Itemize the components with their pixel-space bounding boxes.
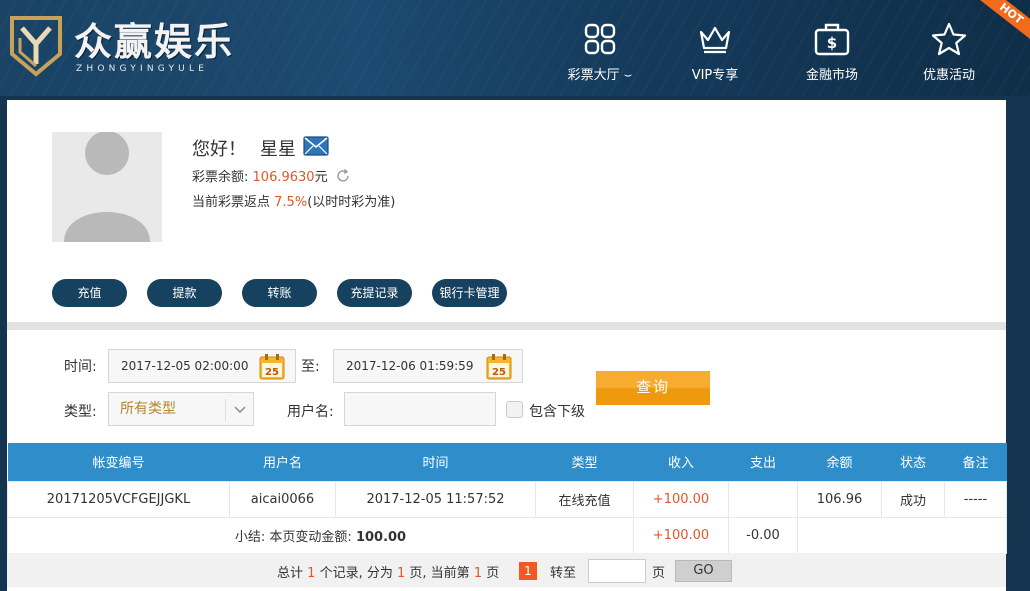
include-subordinates-checkbox[interactable]: [506, 401, 523, 418]
query-button[interactable]: 查询: [596, 371, 710, 405]
nav-vip[interactable]: VIP专享: [660, 22, 770, 86]
avatar[interactable]: [52, 132, 162, 242]
cell-txn-id: 20171205VCFGEJJGKL: [7, 480, 230, 518]
svg-text:25: 25: [265, 367, 279, 378]
deposit-button[interactable]: 充值: [52, 279, 127, 307]
cell-expense: [728, 480, 798, 518]
refresh-icon[interactable]: [336, 169, 350, 183]
type-select-value: 所有类型: [120, 401, 176, 417]
start-date-field[interactable]: 2017-12-05 02:00:00 25: [108, 349, 296, 383]
calendar-icon[interactable]: 25: [486, 354, 512, 380]
goto-page-input[interactable]: [588, 559, 646, 583]
main-nav: 彩票大厅 ⌣ VIP专享 $ 金融市场 优惠活动: [0, 0, 1030, 96]
nav-label-vip: VIP专享: [691, 68, 739, 83]
svg-text:25: 25: [492, 367, 506, 378]
bank-card-button[interactable]: 银行卡管理: [432, 279, 507, 307]
summary-expense: -0.00: [728, 516, 798, 554]
username-filter-input[interactable]: [344, 392, 496, 426]
start-date-value: 2017-12-05 02:00:00: [121, 359, 249, 373]
goto-suffix: 页: [652, 566, 666, 581]
cell-status: 成功: [881, 480, 945, 518]
withdraw-button[interactable]: 提款: [147, 279, 222, 307]
briefcase-dollar-icon: $: [814, 23, 850, 56]
account-panel: 您好！ 星星 彩票余额: 106.9630元 当前彩票返点 7.5%(以时时彩为准…: [7, 100, 1007, 591]
cell-type: 在线充值: [535, 480, 634, 518]
transaction-records-button[interactable]: 充提记录: [337, 279, 412, 307]
cell-balance: 106.96: [797, 480, 882, 518]
rebate-note: (以时时彩为准): [307, 195, 396, 210]
balance-value: 106.9630: [252, 170, 315, 185]
user-silhouette-icon: [64, 132, 150, 242]
rebate-value: 7.5%: [274, 195, 308, 210]
summary-income: +100.00: [633, 516, 729, 554]
summary-empty: [797, 516, 1007, 554]
balance-label: 彩票余额:: [192, 170, 249, 185]
calendar-icon[interactable]: 25: [259, 354, 285, 380]
nav-label-promotions: 优惠活动: [922, 68, 975, 83]
col-header-status: 状态: [881, 443, 945, 481]
mail-icon[interactable]: [303, 136, 329, 156]
col-header-time: 时间: [335, 443, 536, 481]
summary-row: 小结: 本页变动金额: 100.00 +100.00 -0.00: [7, 516, 1007, 554]
cell-time: 2017-12-05 11:57:52: [335, 480, 536, 518]
summary-label: 小结: 本页变动金额:: [234, 529, 352, 545]
table-row: 20171205VCFGEJJGKL aicai0066 2017-12-05 …: [7, 480, 1007, 518]
col-header-remarks: 备注: [944, 443, 1007, 481]
rebate-label: 当前彩票返点: [192, 195, 271, 210]
rebate-line: 当前彩票返点 7.5%(以时时彩为准): [192, 191, 395, 210]
to-label: 至:: [301, 359, 320, 375]
col-header-username: 用户名: [229, 443, 336, 481]
col-header-income: 收入: [633, 443, 729, 481]
type-select[interactable]: 所有类型: [108, 392, 254, 426]
summary-amount: 100.00: [355, 529, 407, 545]
greeting-text: 您好！: [192, 139, 246, 160]
pagination: 总计 1 个记录, 分为 1 页, 当前第 1 页 1 转至 页 GO: [7, 553, 1006, 587]
total-pages: 1: [396, 566, 406, 581]
nav-label-lottery: 彩票大厅 ⌣: [567, 68, 633, 83]
pager-summary: 总计 1 个记录, 分为 1 页, 当前第 1 页: [277, 566, 500, 581]
svg-text:$: $: [827, 34, 837, 52]
star-icon: [931, 22, 967, 56]
crown-icon: [699, 26, 731, 54]
table-header-row: 帐变编号 用户名 时间 类型 收入 支出 余额 状态 备注: [7, 443, 1007, 481]
section-divider: [7, 322, 1006, 330]
cell-remarks: -----: [944, 480, 1007, 518]
site-header: 众赢娱乐 ZHONGYINGYULE 彩票大厅 ⌣ VIP专享 $ 金融市场 优…: [0, 0, 1030, 96]
cell-username: aicai0066: [229, 480, 336, 518]
end-date-field[interactable]: 2017-12-06 01:59:59 25: [333, 349, 523, 383]
greeting-line: 您好！ 星星: [192, 135, 296, 161]
goto-label: 转至: [550, 566, 577, 581]
col-header-type: 类型: [535, 443, 634, 481]
type-label: 类型:: [64, 404, 97, 420]
page-1-button[interactable]: 1: [519, 562, 537, 580]
transfer-button[interactable]: 转账: [242, 279, 317, 307]
transactions-table: 帐变编号 用户名 时间 类型 收入 支出 余额 状态 备注 20171205VC…: [7, 443, 1007, 554]
col-header-expense: 支出: [728, 443, 798, 481]
include-subordinates-label: 包含下级: [529, 404, 585, 420]
hot-badge: HOT: [978, 0, 1030, 40]
total-records: 1: [307, 566, 316, 581]
balance-line: 彩票余额: 106.9630元: [192, 166, 350, 185]
cell-income: +100.00: [633, 480, 729, 518]
nav-lottery-hall[interactable]: 彩票大厅 ⌣: [545, 22, 655, 86]
nav-finance[interactable]: $ 金融市场: [777, 22, 887, 86]
end-date-value: 2017-12-06 01:59:59: [346, 359, 474, 373]
col-header-balance: 余额: [797, 443, 882, 481]
nav-label-finance: 金融市场: [805, 68, 858, 83]
grid-icon: [584, 23, 616, 55]
summary-label-cell: 小结: 本页变动金额: 100.00: [7, 516, 634, 554]
chevron-down-icon: [225, 399, 253, 421]
balance-unit: 元: [314, 170, 328, 185]
current-page: 1: [473, 566, 483, 581]
username-filter-label: 用户名:: [287, 404, 334, 420]
username: 星星: [260, 139, 296, 160]
go-button[interactable]: GO: [675, 560, 732, 582]
time-label: 时间:: [64, 359, 97, 375]
col-header-txn-id: 帐变编号: [7, 443, 230, 481]
